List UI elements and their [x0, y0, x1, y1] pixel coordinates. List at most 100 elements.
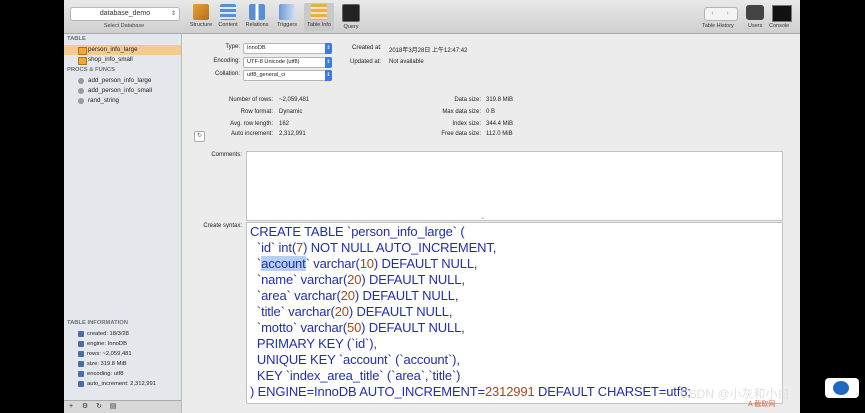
triggers-button[interactable]: Triggers	[272, 3, 302, 31]
free-data-size-value: 112.0 MiB	[486, 131, 513, 137]
info-row: auto_increment: 2,312,991	[64, 379, 181, 389]
sidebar-item-add-person-info-large[interactable]: add_person_info_large	[64, 76, 181, 86]
collation-label: Collation:	[214, 71, 240, 77]
avg-row-length-label: Avg. row length:	[230, 121, 273, 127]
rows-label: Number of rows:	[228, 97, 273, 103]
chevron-updown-icon: ⇕	[170, 11, 176, 17]
table-information-list: created: 18/3/28 engine: InnoDB rows: ~2…	[64, 329, 181, 389]
comments-label: Comments:	[211, 152, 242, 158]
syntax-line: `name` varchar(20) DEFAULT NULL,	[250, 272, 465, 287]
procs-header: PROCS & FUNCS	[67, 67, 115, 73]
procedure-gear-icon	[78, 78, 84, 84]
table-icon	[78, 57, 87, 65]
chevron-updown-icon: ⇕	[325, 43, 332, 54]
add-icon[interactable]: +	[64, 401, 78, 413]
info-icon	[78, 361, 84, 367]
created-value: 2018年3月28日 上午12:47:42	[389, 48, 468, 54]
info-row: created: 18/3/28	[64, 329, 181, 339]
data-size-label: Data size:	[454, 97, 481, 103]
watermark-subtext: A 截取网	[748, 401, 776, 408]
rows-value: ~2,059,481	[279, 97, 310, 103]
filter-icon[interactable]: ▤	[106, 401, 120, 413]
table-info-button[interactable]: Table Info	[304, 3, 334, 31]
encoding-select[interactable]: UTF-8 Unicode (utf8) ⇕	[243, 57, 332, 68]
info-icon	[78, 371, 84, 377]
row-format-label: Row format:	[240, 109, 273, 115]
info-icon	[78, 381, 84, 387]
chevron-updown-icon: ⇕	[325, 70, 332, 81]
forward-icon[interactable]: ›	[720, 8, 735, 20]
auto-increment-label: Auto increment:	[230, 131, 273, 137]
max-data-size-value: 0 B	[486, 109, 496, 115]
syntax-line: `title` varchar(20) DEFAULT NULL,	[250, 304, 453, 319]
selected-text: account	[261, 256, 306, 271]
sidebar-item-add-person-info-small[interactable]: add_person_info_small	[64, 86, 181, 96]
database-select-value: database_demo	[99, 10, 151, 17]
index-size-value: 344.4 MiB	[486, 121, 514, 127]
relations-icon	[249, 4, 265, 20]
info-row: engine: InnoDB	[64, 339, 181, 349]
structure-button[interactable]: Structure	[186, 3, 216, 31]
collation-select[interactable]: utf8_general_ci ⇕	[243, 70, 332, 81]
sidebar: TABLE person_info_large shop_info_small …	[64, 34, 182, 413]
sidebar-item-rand-string[interactable]: rand_string	[64, 96, 181, 106]
tables-header: TABLE	[67, 36, 86, 42]
create-syntax-label: Create syntax:	[203, 223, 242, 229]
toolbar: database_demo ⇕ Select Database Structur…	[64, 0, 800, 34]
corner-logo	[825, 378, 859, 398]
triggers-icon	[279, 4, 295, 20]
syntax-line: `account` varchar(10) DEFAULT NULL,	[250, 256, 478, 271]
avg-row-length-value: 162	[279, 121, 290, 127]
free-data-size-label: Free data size:	[441, 131, 481, 137]
syntax-line: `area` varchar(20) DEFAULT NULL,	[250, 288, 459, 303]
function-gear-icon	[78, 98, 84, 104]
syntax-line: PRIMARY KEY (`id`),	[250, 336, 377, 351]
encoding-label: Encoding:	[213, 58, 240, 64]
info-icon	[78, 341, 84, 347]
database-select[interactable]: database_demo ⇕	[70, 7, 180, 21]
updated-value: Not available	[389, 59, 424, 65]
gear-icon[interactable]: ⚙	[78, 401, 92, 413]
console-label: Console	[769, 23, 790, 29]
type-label: Type:	[225, 44, 240, 50]
terminal-icon	[342, 4, 360, 22]
index-size-label: Index size:	[452, 121, 481, 127]
row-format-value: Dynamic	[279, 109, 303, 115]
console-icon[interactable]	[772, 5, 792, 22]
query-button[interactable]: Query	[336, 3, 366, 31]
sidebar-item-person-info-large[interactable]: person_info_large	[64, 45, 181, 55]
comments-textarea[interactable]	[246, 151, 783, 221]
syntax-line: `motto` varchar(50) DEFAULT NULL,	[250, 320, 465, 335]
structure-icon	[193, 4, 209, 20]
back-icon[interactable]: ‹	[705, 8, 720, 20]
max-data-size-label: Max data size:	[442, 109, 481, 115]
content-icon	[220, 4, 236, 20]
users-icon[interactable]	[746, 5, 764, 20]
syntax-line: ) ENGINE=InnoDB AUTO_INCREMENT=2312991 D…	[250, 384, 691, 399]
chevron-updown-icon: ⇕	[325, 57, 332, 68]
info-icon	[78, 351, 84, 357]
sidebar-item-shop-info-small[interactable]: shop_info_small	[64, 55, 181, 65]
refresh-icon[interactable]: ↻	[92, 401, 106, 413]
table-information-header: TABLE INFORMATION	[67, 320, 128, 326]
history-nav[interactable]: ‹ ›	[704, 7, 738, 21]
data-size-value: 319.8 MiB	[486, 97, 514, 103]
users-label: Users	[748, 23, 763, 29]
logo-icon	[833, 381, 849, 395]
type-select[interactable]: InnoDB ⇕	[243, 43, 332, 54]
table-history-label: Table History	[702, 23, 734, 29]
create-syntax-view[interactable]: CREATE TABLE `person_info_large` ( `id` …	[246, 222, 783, 404]
info-icon	[78, 331, 84, 337]
updated-label: Updated at:	[350, 59, 382, 65]
relations-button[interactable]: Relations	[242, 3, 272, 31]
content-button[interactable]: Content	[213, 3, 243, 31]
select-database-caption: Select Database	[103, 23, 145, 29]
table-info-panel: Type: InnoDB ⇕ Encoding: UTF-8 Unicode (u…	[182, 34, 800, 413]
syntax-line: KEY `index_area_title` (`area`,`title`)	[250, 368, 461, 383]
syntax-line: `id` int(7) NOT NULL AUTO_INCREMENT,	[250, 240, 497, 255]
sidebar-bottom-bar: + ⚙ ↻ ▤	[64, 400, 181, 413]
procedure-gear-icon	[78, 88, 84, 94]
table-info-icon	[311, 4, 327, 20]
app-window: database_demo ⇕ Select Database Structur…	[64, 0, 800, 413]
created-label: Created at:	[352, 45, 382, 51]
